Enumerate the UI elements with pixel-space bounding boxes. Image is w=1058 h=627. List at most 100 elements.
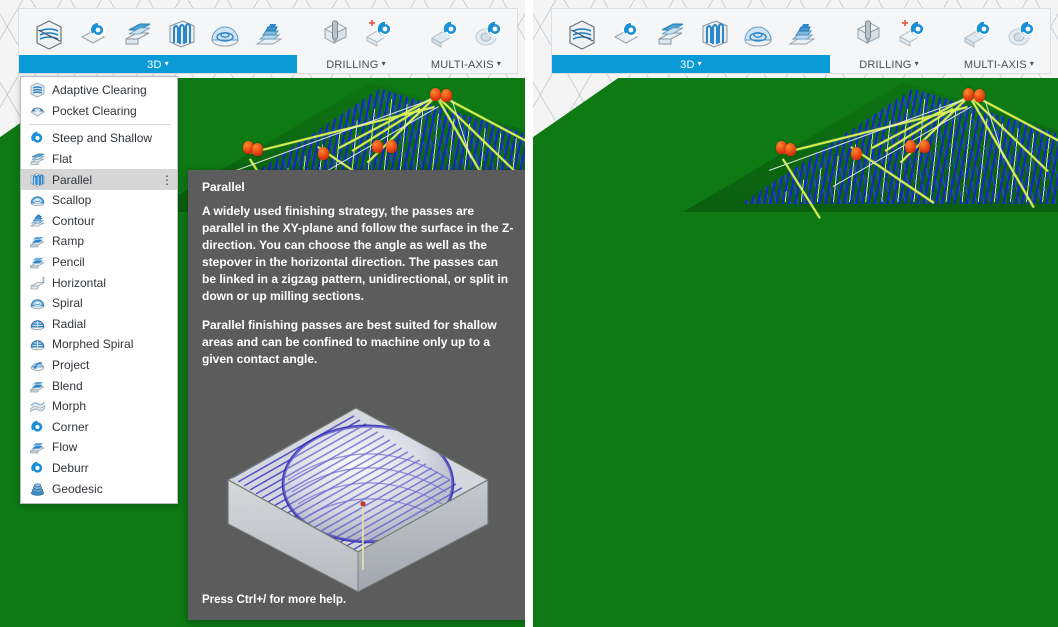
menu-item-radial[interactable]: Radial xyxy=(21,314,177,335)
menu-item-ramp[interactable]: Ramp xyxy=(21,231,177,252)
pocket-clearing-icon[interactable] xyxy=(606,13,646,55)
chevron-down-icon: ▾ xyxy=(381,59,386,68)
flow-icon xyxy=(29,439,46,455)
ribbon-tab-3d[interactable]: 3D ▾ xyxy=(552,55,830,73)
menu-item-label: Flow xyxy=(52,440,78,455)
ribbon-tab-3d-label: 3D xyxy=(147,59,162,71)
menu-item-label: Ramp xyxy=(52,234,85,249)
toolpath-marker xyxy=(974,89,985,102)
toolpath-marker xyxy=(386,140,397,153)
adaptive-clearing-icon xyxy=(29,82,46,98)
menu-item-label: Radial xyxy=(52,316,87,331)
left-panel: 3D ▾ DRILLING ▾ MULTI-AXIS ▾ Adaptive Cl… xyxy=(0,0,525,627)
ribbon-tab-multi-axis[interactable]: MULTI-AXIS ▾ xyxy=(415,55,517,73)
ribbon-group-3d: 3D ▾ xyxy=(19,9,297,75)
toolpath-marker xyxy=(785,143,796,156)
menu-item-label: Steep and Shallow xyxy=(52,131,153,146)
cam-ribbon-toolbar-right[interactable]: 3D ▾ DRILLING ▾ MULTI-AXIS ▾ xyxy=(551,8,1051,74)
multi-axis-swarf-icon[interactable] xyxy=(958,13,998,55)
menu-divider xyxy=(29,124,171,126)
tooltip-footer-hint: Press Ctrl+/ for more help. xyxy=(202,594,347,606)
menu-item-contour[interactable]: Contour xyxy=(21,211,177,232)
ribbon-icons-drilling xyxy=(838,9,940,55)
pencil-icon xyxy=(29,254,46,270)
drill-add-icon[interactable] xyxy=(892,13,932,55)
toolpath-marker xyxy=(252,143,263,156)
pocket-clearing-icon[interactable] xyxy=(73,13,113,55)
blend-icon xyxy=(29,378,46,394)
menu-item-geodesic[interactable]: Geodesic xyxy=(21,478,177,499)
cam-ribbon-toolbar-left[interactable]: 3D ▾ DRILLING ▾ MULTI-AXIS ▾ xyxy=(18,8,518,74)
menu-item-spiral[interactable]: Spiral xyxy=(21,293,177,314)
contour-icon[interactable] xyxy=(249,13,289,55)
parallel-icon[interactable] xyxy=(161,13,201,55)
pocket-clearing-icon xyxy=(29,103,46,119)
tooltip-paragraph-2: Parallel finishing passes are best suite… xyxy=(202,318,497,367)
menu-item-deburr[interactable]: Deburr xyxy=(21,458,177,479)
ribbon-icons-drilling xyxy=(305,9,407,55)
drill-icon[interactable] xyxy=(315,13,355,55)
viewport-3d-right[interactable] xyxy=(533,0,1058,627)
chevron-down-icon: ▾ xyxy=(697,59,702,68)
deburr-icon xyxy=(29,460,46,476)
adaptive-clearing-icon[interactable] xyxy=(29,13,69,55)
ribbon-tab-multi-axis-label: MULTI-AXIS xyxy=(963,59,1027,71)
menu-item-flat[interactable]: Flat xyxy=(21,149,177,170)
flat-icon[interactable] xyxy=(650,13,690,55)
overflow-menu-icon[interactable]: ⋮ xyxy=(161,174,173,186)
ribbon-icons-3d xyxy=(552,9,830,55)
menu-item-blend[interactable]: Blend xyxy=(21,375,177,396)
menu-item-scallop[interactable]: Scallop xyxy=(21,190,177,211)
menu-item-flow[interactable]: Flow xyxy=(21,437,177,458)
ramp-icon xyxy=(29,233,46,249)
scallop-icon xyxy=(29,192,46,208)
multi-axis-rotary-icon[interactable] xyxy=(1002,13,1042,55)
morphed-spiral-icon xyxy=(29,336,46,352)
radial-icon xyxy=(29,316,46,332)
horizontal-icon xyxy=(29,275,46,291)
tooltip-paragraph-1: A widely used finishing strategy, the pa… xyxy=(202,204,514,304)
corner-icon xyxy=(29,419,46,435)
chevron-down-icon: ▾ xyxy=(496,59,502,68)
adaptive-clearing-icon[interactable] xyxy=(562,13,602,55)
menu-item-horizontal[interactable]: Horizontal xyxy=(21,272,177,293)
ribbon-icons-3d xyxy=(19,9,297,55)
morph-icon xyxy=(29,398,46,414)
multi-axis-rotary-icon[interactable] xyxy=(469,13,509,55)
menu-item-project[interactable]: Project xyxy=(21,355,177,376)
drill-add-icon[interactable] xyxy=(359,13,399,55)
menu-item-adaptive-clearing[interactable]: Adaptive Clearing xyxy=(21,80,177,101)
scallop-icon[interactable] xyxy=(205,13,245,55)
ribbon-tab-drilling[interactable]: DRILLING ▾ xyxy=(305,55,407,73)
menu-item-pocket-clearing[interactable]: Pocket Clearing xyxy=(21,101,177,122)
menu-item-label: Spiral xyxy=(52,296,83,311)
menu-item-corner[interactable]: Corner xyxy=(21,417,177,438)
menu-item-parallel[interactable]: Parallel ⋮ xyxy=(21,169,177,190)
multi-axis-swarf-icon[interactable] xyxy=(425,13,465,55)
toolpath-marker xyxy=(441,89,452,102)
ribbon-tab-multi-axis[interactable]: MULTI-AXIS ▾ xyxy=(948,55,1050,73)
scallop-icon[interactable] xyxy=(738,13,778,55)
menu-item-morph[interactable]: Morph xyxy=(21,396,177,417)
contour-icon[interactable] xyxy=(782,13,822,55)
menu-item-label: Deburr xyxy=(52,460,89,475)
menu-item-pencil[interactable]: Pencil xyxy=(21,252,177,273)
strategy-dropdown-menu-left[interactable]: Adaptive Clearing Pocket Clearing Steep an… xyxy=(20,76,178,504)
menu-item-label: Project xyxy=(52,358,90,373)
chevron-down-icon: ▾ xyxy=(914,59,919,68)
flat-icon[interactable] xyxy=(117,13,157,55)
menu-item-label: Parallel xyxy=(52,172,93,187)
drill-icon[interactable] xyxy=(848,13,888,55)
ribbon-tab-3d[interactable]: 3D ▾ xyxy=(19,55,297,73)
menu-item-label: Blend xyxy=(52,378,83,393)
menu-item-label: Contour xyxy=(52,213,95,228)
menu-item-label: Morphed Spiral xyxy=(52,337,134,352)
parallel-icon[interactable] xyxy=(694,13,734,55)
screenshot-stage: 3D ▾ DRILLING ▾ MULTI-AXIS ▾ Adaptive Cl… xyxy=(0,0,1058,627)
menu-item-morphed-spiral[interactable]: Morphed Spiral xyxy=(21,334,177,355)
menu-item-label: Flat xyxy=(52,152,73,167)
contour-icon xyxy=(29,213,46,229)
ribbon-tab-drilling[interactable]: DRILLING ▾ xyxy=(838,55,940,73)
tooltip-body: Parallel A widely used finishing strateg… xyxy=(188,170,525,384)
menu-item-steep-and-shallow[interactable]: Steep and Shallow xyxy=(21,128,177,149)
